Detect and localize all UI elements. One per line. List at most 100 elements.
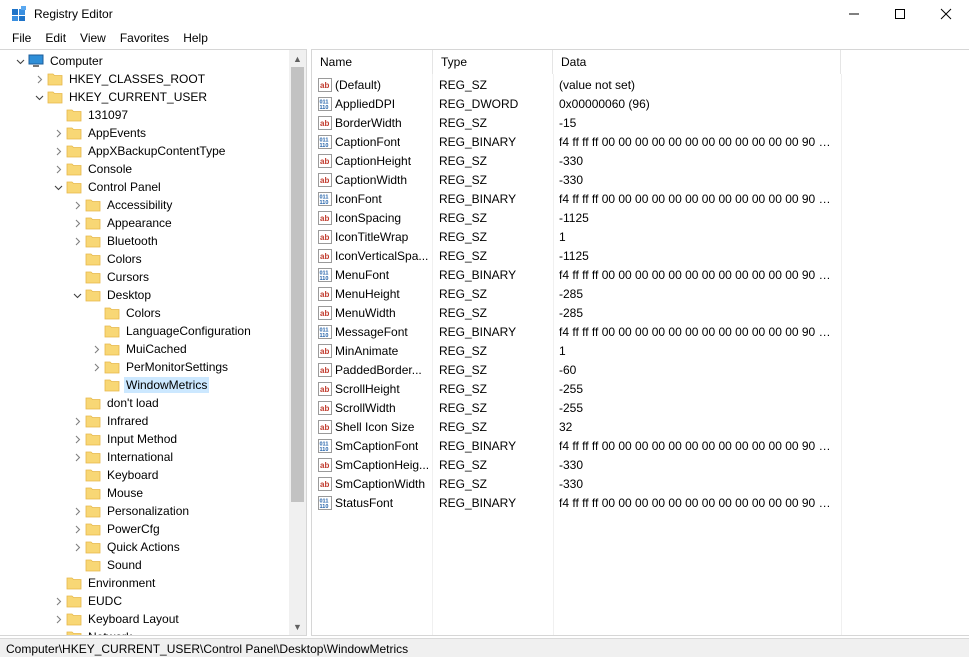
value-row[interactable]: ab BorderWidth REG_SZ -15 [312,113,969,132]
value-row[interactable]: ab Shell Icon Size REG_SZ 32 [312,417,969,436]
string-value-icon: ab [318,305,332,320]
value-row[interactable]: 011 110 SmCaptionFont REG_BINARY f4 ff ff ff… [312,436,969,455]
chevron-down-icon[interactable] [14,52,26,70]
tree-item[interactable]: Network [52,628,134,635]
tree-item[interactable]: 131097 [52,106,130,124]
tree-item[interactable]: Accessibility [71,196,174,214]
tree-item[interactable]: Input Method [71,430,179,448]
tree-item[interactable]: Colors [90,304,163,322]
value-row[interactable]: ab (Default) REG_SZ (value not set) [312,75,969,94]
value-row[interactable]: 011 110 AppliedDPI REG_DWORD 0x00000060 (96) [312,94,969,113]
key-tree-pane[interactable]: Computer HKEY_CLASSES_ROOT HKEY_CURRENT_US… [0,49,307,636]
menu-favorites[interactable]: Favorites [113,29,176,48]
chevron-down-icon[interactable] [33,88,45,106]
scroll-up-arrow-icon[interactable]: ▲ [289,50,306,67]
maximize-button[interactable] [877,0,923,28]
tree-item[interactable]: Keyboard Layout [52,610,181,628]
column-header-name[interactable]: Name [312,50,433,74]
tree-item[interactable]: Control Panel [52,178,163,196]
chevron-right-icon[interactable] [71,232,83,250]
value-row[interactable]: ab MinAnimate REG_SZ 1 [312,341,969,360]
tree-item[interactable]: Mouse [71,484,145,502]
value-row[interactable]: 011 110 IconFont REG_BINARY f4 ff ff ff 00 0… [312,189,969,208]
column-header-data[interactable]: Data [553,50,841,74]
tree-item[interactable]: don't load [71,394,161,412]
value-row[interactable]: ab PaddedBorder... REG_SZ -60 [312,360,969,379]
value-row[interactable]: ab CaptionHeight REG_SZ -330 [312,151,969,170]
tree-item[interactable]: Appearance [71,214,174,232]
tree-item-label: Quick Actions [107,540,180,554]
chevron-right-icon[interactable] [90,340,102,358]
tree-scroll-thumb[interactable] [291,67,304,502]
scroll-down-arrow-icon[interactable]: ▼ [289,618,306,635]
tree-item[interactable]: Computer [14,52,105,70]
svg-text:110: 110 [320,105,329,111]
tree-item[interactable]: Desktop [71,286,153,304]
tree-item[interactable]: Personalization [71,502,191,520]
chevron-right-icon[interactable] [71,502,83,520]
value-row[interactable]: ab ScrollHeight REG_SZ -255 [312,379,969,398]
tree-item[interactable]: HKEY_CURRENT_USER [33,88,209,106]
value-name: IconTitleWrap [335,229,409,244]
menu-view[interactable]: View [73,29,113,48]
chevron-right-icon[interactable] [71,538,83,556]
tree-item[interactable]: HKEY_CLASSES_ROOT [33,70,207,88]
value-row[interactable]: 011 110 CaptionFont REG_BINARY f4 ff ff ff 0… [312,132,969,151]
chevron-right-icon[interactable] [71,214,83,232]
tree-item[interactable]: Environment [52,574,157,592]
value-row[interactable]: ab ScrollWidth REG_SZ -255 [312,398,969,417]
tree-item[interactable]: Colors [71,250,144,268]
string-value-icon: ab [318,210,332,225]
tree-item[interactable]: Quick Actions [71,538,182,556]
value-row[interactable]: ab SmCaptionWidth REG_SZ -330 [312,474,969,493]
tree-item[interactable]: Sound [71,556,144,574]
tree-item[interactable]: LanguageConfiguration [90,322,253,340]
value-row[interactable]: ab CaptionWidth REG_SZ -330 [312,170,969,189]
tree-item[interactable]: Keyboard [71,466,160,484]
tree-item[interactable]: AppXBackupContentType [52,142,227,160]
value-row[interactable]: 011 110 MenuFont REG_BINARY f4 ff ff ff 00 0… [312,265,969,284]
value-row[interactable]: ab SmCaptionHeig... REG_SZ -330 [312,455,969,474]
tree-item[interactable]: WindowMetrics [90,376,210,394]
tree-item[interactable]: PerMonitorSettings [90,358,230,376]
chevron-right-icon[interactable] [71,430,83,448]
value-row[interactable]: ab IconSpacing REG_SZ -1125 [312,208,969,227]
tree-item[interactable]: MuiCached [90,340,189,358]
value-row[interactable]: ab MenuWidth REG_SZ -285 [312,303,969,322]
tree-item[interactable]: Cursors [71,268,151,286]
menu-edit[interactable]: Edit [38,29,73,48]
chevron-down-icon[interactable] [71,286,83,304]
chevron-right-icon[interactable] [71,412,83,430]
chevron-right-icon[interactable] [71,448,83,466]
chevron-right-icon[interactable] [52,592,64,610]
tree-item[interactable]: International [71,448,175,466]
chevron-right-icon[interactable] [52,160,64,178]
chevron-right-icon[interactable] [33,70,45,88]
values-list-pane[interactable]: Name Type Data ab (Default) REG_SZ (value n… [311,49,969,636]
value-row[interactable]: ab IconTitleWrap REG_SZ 1 [312,227,969,246]
chevron-right-icon[interactable] [71,196,83,214]
chevron-right-icon[interactable] [71,520,83,538]
tree-vertical-scrollbar[interactable]: ▲ ▼ [289,50,306,635]
chevron-down-icon[interactable] [52,178,64,196]
chevron-right-icon[interactable] [52,142,64,160]
value-row[interactable]: ab MenuHeight REG_SZ -285 [312,284,969,303]
chevron-right-icon[interactable] [52,124,64,142]
menu-help[interactable]: Help [176,29,215,48]
menu-file[interactable]: File [5,29,38,48]
value-row[interactable]: 011 110 StatusFont REG_BINARY f4 ff ff ff 00… [312,493,969,512]
value-row[interactable]: 011 110 MessageFont REG_BINARY f4 ff ff ff 0… [312,322,969,341]
tree-item[interactable]: Console [52,160,134,178]
value-row[interactable]: ab IconVerticalSpa... REG_SZ -1125 [312,246,969,265]
tree-item[interactable]: PowerCfg [71,520,162,538]
tree-item[interactable]: Bluetooth [71,232,160,250]
close-button[interactable] [923,0,969,28]
chevron-right-icon[interactable] [52,610,64,628]
chevron-right-icon[interactable] [90,358,102,376]
column-header-type[interactable]: Type [433,50,553,74]
tree-item[interactable]: EUDC [52,592,124,610]
tree-item[interactable]: Infrared [71,412,150,430]
minimize-button[interactable] [831,0,877,28]
tree-item[interactable]: AppEvents [52,124,148,142]
folder-icon [85,216,101,230]
